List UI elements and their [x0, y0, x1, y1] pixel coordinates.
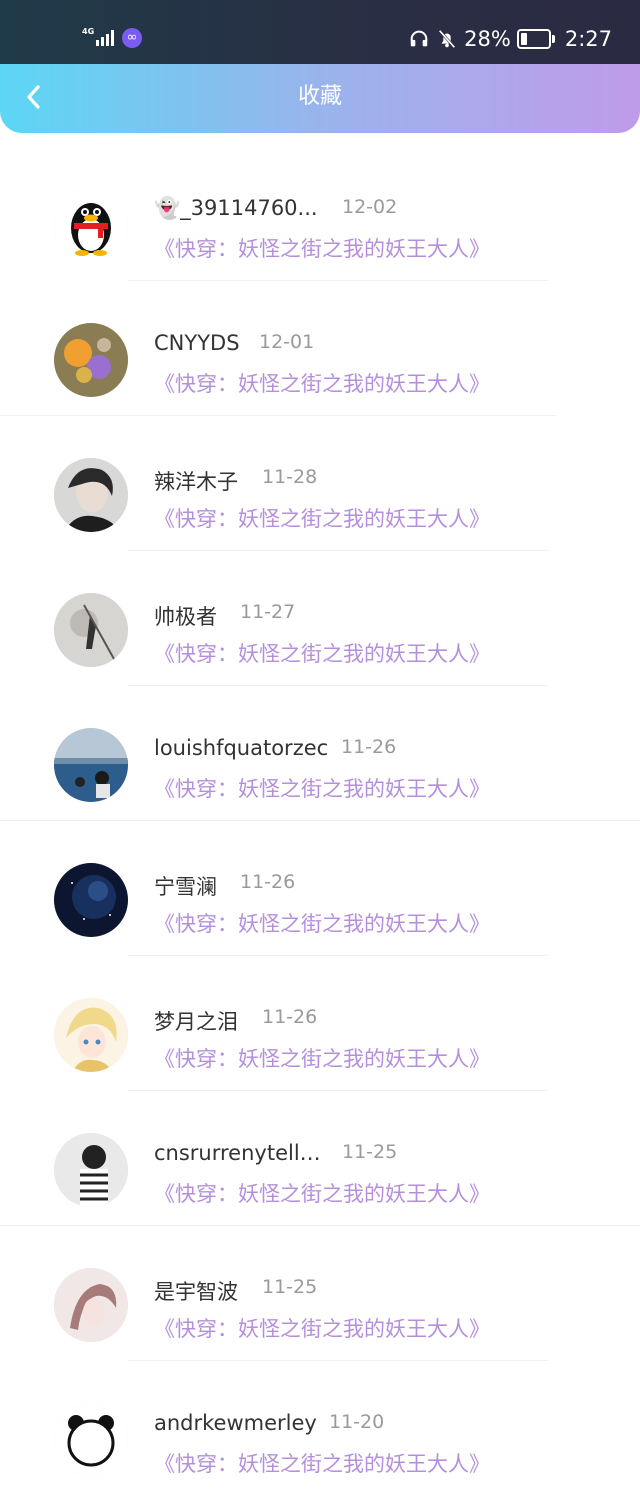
book-title-link[interactable]: 《快穿：妖怪之街之我的妖王大人》 — [154, 233, 490, 263]
user-name[interactable]: 辣洋木子 — [154, 466, 238, 496]
header-bar: 收藏 — [0, 64, 640, 133]
list-item[interactable]: 宁雪澜 11-26 《快穿：妖怪之街之我的妖王大人》 — [0, 815, 640, 956]
signal-icon: 4G — [82, 26, 118, 48]
favorite-date: 11-25 — [262, 1276, 318, 1298]
book-title-link[interactable]: 《快穿：妖怪之街之我的妖王大人》 — [154, 1043, 490, 1073]
favorite-date: 11-26 — [240, 871, 296, 893]
favorite-date: 11-26 — [341, 736, 397, 758]
user-name[interactable]: louishfquatorzec — [154, 736, 328, 760]
infinity-app-icon: ∞ — [122, 28, 142, 48]
list-item[interactable]: CNYYDS 12-01 《快穿：妖怪之街之我的妖王大人》 — [0, 275, 640, 416]
status-bar: 4G ∞ 28% 2:27 — [0, 0, 640, 64]
favorite-date: 12-02 — [342, 196, 398, 218]
user-name[interactable]: 宁雪澜 — [154, 871, 217, 901]
favorite-date: 11-28 — [262, 466, 318, 488]
headphones-icon — [410, 30, 428, 47]
book-title-link[interactable]: 《快穿：妖怪之街之我的妖王大人》 — [154, 1178, 490, 1208]
list-item[interactable]: 辣洋木子 11-28 《快穿：妖怪之街之我的妖王大人》 — [0, 410, 640, 551]
anime-avatar[interactable] — [54, 998, 128, 1072]
favorite-date: 11-25 — [342, 1141, 398, 1163]
sea-avatar[interactable] — [54, 728, 128, 802]
user-name[interactable]: andrkewmerley — [154, 1411, 317, 1435]
book-title-link[interactable]: 《快穿：妖怪之街之我的妖王大人》 — [154, 368, 490, 398]
list-item[interactable]: cnsrurrenytelli... 11-25 《快穿：妖怪之街之我的妖王大人… — [0, 1085, 640, 1226]
page-title: 收藏 — [297, 84, 342, 109]
favorite-date: 12-01 — [259, 331, 315, 353]
book-title-link[interactable]: 《快穿：妖怪之街之我的妖王大人》 — [154, 908, 490, 938]
book-title-link[interactable]: 《快穿：妖怪之街之我的妖王大人》 — [154, 1313, 490, 1343]
battery-percent: 28% — [464, 27, 511, 51]
favorite-date: 11-20 — [329, 1411, 385, 1433]
galaxy-avatar[interactable] — [54, 863, 128, 937]
portrait-avatar[interactable] — [54, 458, 128, 532]
network-type: 4G — [82, 27, 95, 36]
flowers-avatar[interactable] — [54, 323, 128, 397]
user-name[interactable]: 梦月之泪 — [154, 1006, 238, 1036]
list-item[interactable]: 是宇智波 11-25 《快穿：妖怪之街之我的妖王大人》 — [0, 1220, 640, 1361]
penguin-avatar[interactable] — [54, 188, 128, 262]
user-name[interactable]: 帅极者 — [154, 601, 217, 631]
bell-muted-icon — [438, 29, 456, 49]
striped-avatar[interactable] — [54, 1133, 128, 1207]
user-name[interactable]: 是宇智波 — [154, 1276, 238, 1306]
list-item[interactable]: louishfquatorzec 11-26 《快穿：妖怪之街之我的妖王大人》 — [0, 680, 640, 821]
favorite-date: 11-26 — [262, 1006, 318, 1028]
favorites-list: 👻_39114760... 12-02 《快穿：妖怪之街之我的妖王大人》 CNY… — [0, 140, 640, 1490]
sketch-avatar[interactable] — [54, 1268, 128, 1342]
user-name[interactable]: 👻_39114760... — [154, 196, 318, 221]
list-item[interactable]: andrkewmerley 11-20 《快穿：妖怪之街之我的妖王大人》 — [0, 1355, 640, 1490]
panda-avatar[interactable] — [54, 1403, 128, 1477]
book-title-link[interactable]: 《快穿：妖怪之街之我的妖王大人》 — [154, 1448, 490, 1478]
book-title-link[interactable]: 《快穿：妖怪之街之我的妖王大人》 — [154, 773, 490, 803]
book-title-link[interactable]: 《快穿：妖怪之街之我的妖王大人》 — [154, 503, 490, 533]
book-title-link[interactable]: 《快穿：妖怪之街之我的妖王大人》 — [154, 638, 490, 668]
list-item[interactable]: 梦月之泪 11-26 《快穿：妖怪之街之我的妖王大人》 — [0, 950, 640, 1091]
list-item[interactable]: 帅极者 11-27 《快穿：妖怪之街之我的妖王大人》 — [0, 545, 640, 686]
user-name[interactable]: cnsrurrenytelli... — [154, 1141, 324, 1165]
battery-icon — [516, 29, 555, 49]
list-item[interactable]: 👻_39114760... 12-02 《快穿：妖怪之街之我的妖王大人》 — [0, 140, 640, 281]
clock: 2:27 — [564, 27, 612, 51]
favorite-date: 11-27 — [240, 601, 296, 623]
warrior-avatar[interactable] — [54, 593, 128, 667]
user-name[interactable]: CNYYDS — [154, 331, 240, 355]
